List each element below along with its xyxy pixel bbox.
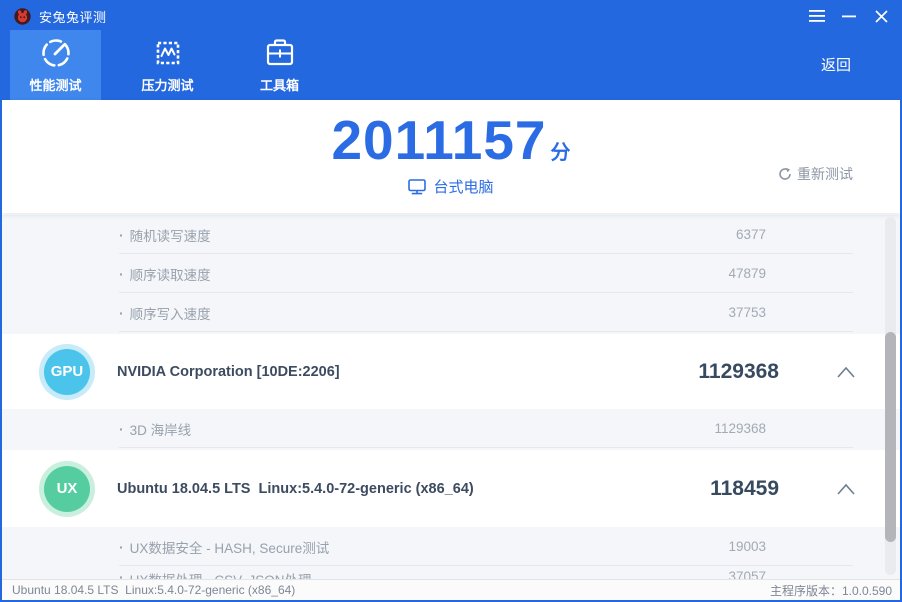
device-type: 台式电脑	[2, 176, 900, 197]
ux-badge-icon: UX	[39, 460, 95, 517]
chevron-up-icon[interactable]	[836, 365, 856, 379]
subrow-random-rw: · 随机读写速度 6377	[2, 215, 900, 254]
gpu-badge-icon: GPU	[39, 343, 95, 400]
ux-badge-label: UX	[44, 465, 90, 512]
antutu-window: 安兔兔评测 性能测试 压力测试 工具箱 返回 2011157 分 台式电脑 重新…	[0, 0, 902, 602]
version-value: 1.0.0.590	[841, 583, 892, 598]
total-score: 2011157 分	[2, 108, 900, 172]
back-button[interactable]: 返回	[821, 54, 851, 75]
ux-section-score: 118459	[710, 476, 779, 500]
refresh-icon	[779, 167, 791, 180]
bullet: ·	[119, 420, 124, 437]
tab-label: 压力测试	[141, 78, 194, 93]
subrow-label: 3D 海岸线	[129, 422, 192, 438]
gpu-section-score: 1129368	[698, 359, 779, 383]
score-unit: 分	[550, 142, 571, 164]
subrow-seq-read: · 顺序读取速度 47879	[2, 254, 900, 293]
ux-section-title: Ubuntu 18.04.5 LTS Linux:5.4.0-72-generi…	[117, 480, 474, 497]
subrow-value: 6377	[735, 227, 766, 242]
subrow-3d-coastline: · 3D 海岸线 1129368	[2, 409, 900, 448]
app-title: 安兔兔评测	[39, 9, 107, 25]
subrow-value: 47879	[728, 266, 766, 281]
tabbar: 性能测试 压力测试 工具箱 返回	[2, 30, 900, 100]
minimize-button[interactable]	[838, 5, 860, 27]
subrow-ux-security: · UX数据安全 - HASH, Secure测试 19003	[2, 527, 900, 566]
subrow-label: UX数据处理 - CSV, JSON处理	[130, 569, 312, 579]
subrow-value: 37057	[728, 569, 766, 579]
score-panel: 2011157 分 台式电脑 重新测试	[2, 100, 900, 213]
antutu-logo-icon	[14, 7, 31, 25]
benchmark-list: · 随机读写速度 6377 · 顺序读取速度 47879 · 顺序写入速度 37…	[2, 213, 900, 579]
subrow-value: 37753	[728, 305, 766, 320]
titlebar: 安兔兔评测	[2, 2, 900, 30]
retest-label: 重新测试	[797, 166, 853, 182]
subrow-label: UX数据安全 - HASH, Secure测试	[129, 540, 330, 556]
bullet: ·	[119, 538, 124, 555]
subrow-label: 顺序读取速度	[129, 267, 211, 283]
tab-toolbox[interactable]: 工具箱	[234, 30, 325, 100]
toolbox-icon	[266, 39, 293, 66]
gpu-badge-label: GPU	[44, 348, 90, 395]
chevron-up-icon[interactable]	[836, 482, 856, 496]
device-type-label: 台式电脑	[433, 179, 494, 196]
chip-icon	[156, 41, 179, 65]
system-info-text: Ubuntu 18.04.5 LTS Linux:5.4.0-72-generi…	[12, 583, 296, 597]
subrow-ux-data-processing: · UX数据处理 - CSV, JSON处理 37057	[2, 566, 900, 579]
tab-stress-test[interactable]: 压力测试	[122, 30, 213, 100]
hamburger-icon	[809, 10, 825, 22]
gpu-section-title: NVIDIA Corporation [10DE:2206]	[117, 363, 340, 380]
subrow-seq-write: · 顺序写入速度 37753	[2, 293, 900, 332]
bullet: ·	[119, 569, 124, 579]
subrow-value: 1129368	[714, 421, 766, 436]
speedometer-icon	[41, 39, 70, 67]
bullet: ·	[119, 226, 124, 243]
scrollbar-thumb[interactable]	[885, 332, 896, 542]
tab-label: 工具箱	[259, 78, 299, 93]
bullet: ·	[119, 265, 124, 282]
bullet: ·	[119, 304, 124, 321]
subrow-label: 随机读写速度	[129, 228, 211, 244]
close-icon	[874, 9, 888, 23]
ux-subrows: · UX数据安全 - HASH, Secure测试 19003 · UX数据处理…	[2, 527, 900, 579]
close-button[interactable]	[870, 5, 892, 27]
gpu-section-header[interactable]: GPU NVIDIA Corporation [10DE:2206] 11293…	[2, 334, 900, 409]
statusbar: Ubuntu 18.04.5 LTS Linux:5.4.0-72-generi…	[2, 579, 900, 600]
ux-section-header[interactable]: UX Ubuntu 18.04.5 LTS Linux:5.4.0-72-gen…	[2, 450, 900, 527]
gpu-subrows: · 3D 海岸线 1129368	[2, 409, 900, 450]
score-value: 2011157	[331, 109, 547, 171]
tab-label: 性能测试	[29, 78, 82, 93]
subrow-value: 19003	[728, 539, 766, 554]
scrollbar-track[interactable]	[885, 217, 896, 575]
retest-button[interactable]: 重新测试	[778, 164, 853, 184]
minimize-icon	[842, 15, 856, 18]
version-label: 主程序版本：	[769, 583, 842, 598]
menu-button[interactable]	[806, 5, 828, 27]
window-controls	[806, 2, 892, 30]
storage-subrows: · 随机读写速度 6377 · 顺序读取速度 47879 · 顺序写入速度 37…	[2, 215, 900, 334]
app-version-text: 主程序版本：1.0.0.590	[770, 582, 892, 599]
subrow-label: 顺序写入速度	[129, 306, 211, 322]
desktop-monitor-icon	[408, 178, 427, 194]
tab-performance-test[interactable]: 性能测试	[10, 30, 101, 100]
